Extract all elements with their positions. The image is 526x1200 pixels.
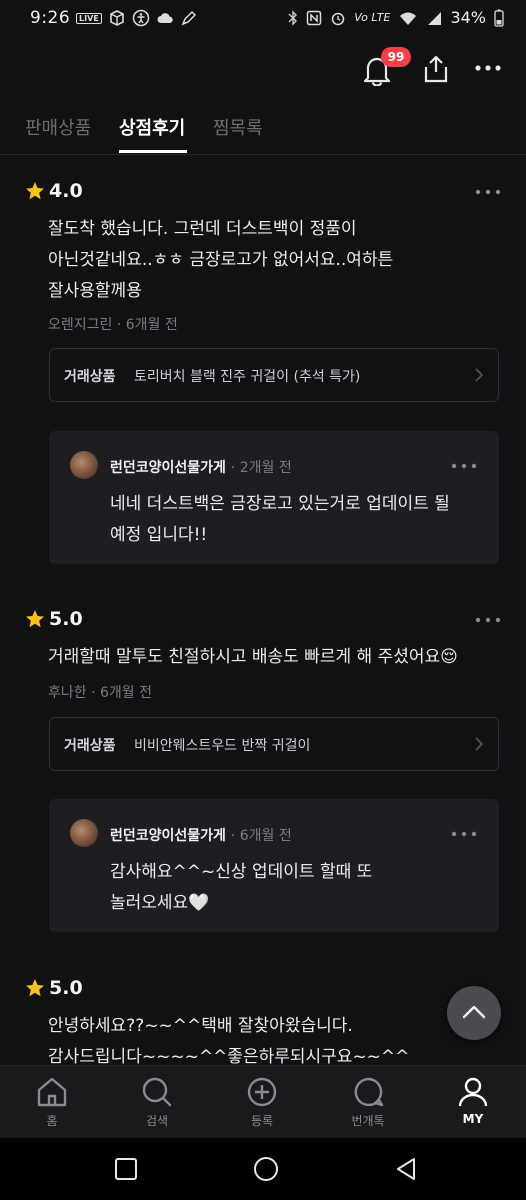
status-time: 9:26 bbox=[30, 8, 71, 28]
nfc-icon bbox=[307, 10, 322, 25]
status-system-icons: Vo LTE 34% bbox=[288, 8, 504, 27]
review-text: 잘도착 했습니다. 그런데 더스트백이 정품이 아닌것같네요..ㅎㅎ 금장로고가… bbox=[48, 214, 393, 307]
seller-avatar[interactable] bbox=[70, 819, 98, 847]
reply-time: · 2개월 전 bbox=[230, 460, 292, 476]
review-rating: 4.0 bbox=[25, 180, 83, 202]
chat-icon bbox=[354, 1077, 384, 1107]
profile-icon bbox=[458, 1077, 488, 1107]
reply-more-icon[interactable] bbox=[451, 463, 477, 469]
scroll-to-top-button[interactable] bbox=[447, 986, 501, 1040]
review-text: 거래할때 말투도 친절하시고 배송도 빠르게 해 주셨어요😌 bbox=[48, 642, 458, 673]
nav-label: 등록 bbox=[250, 1114, 274, 1128]
chevron-up-icon bbox=[462, 1005, 486, 1019]
share-icon[interactable] bbox=[422, 54, 450, 84]
transaction-product-card[interactable]: 거래상품 토리버치 블랙 진주 귀걸이 (추석 특가) bbox=[49, 348, 499, 402]
reply-line: 놀러오세요🤍 bbox=[110, 893, 210, 913]
reply-text: 네네 더스트백은 금장로고 있는거로 업데이트 될 예정 입니다!! bbox=[110, 489, 450, 551]
status-notification-icons: LIVE bbox=[76, 9, 198, 27]
chevron-right-icon bbox=[475, 368, 484, 382]
nav-my[interactable]: MY bbox=[443, 1076, 503, 1126]
reply-time: · 6개월 전 bbox=[230, 828, 292, 844]
bluetooth-icon bbox=[288, 9, 298, 26]
star-icon bbox=[26, 610, 44, 628]
tab-bar: 판매상품 상점후기 찜목록 bbox=[0, 104, 526, 155]
seller-avatar[interactable] bbox=[70, 451, 98, 479]
nav-register[interactable]: 등록 bbox=[232, 1076, 292, 1129]
chevron-right-icon bbox=[475, 737, 484, 751]
rating-value: 5.0 bbox=[49, 977, 83, 999]
product-label: 거래상품 bbox=[64, 738, 116, 754]
live-badge-icon: LIVE bbox=[76, 12, 102, 24]
review-more-icon[interactable] bbox=[475, 617, 501, 623]
seller-name[interactable]: 런던코양이선물가게 · 2개월 전 bbox=[110, 457, 292, 477]
rating-value: 4.0 bbox=[49, 180, 83, 202]
reply-text: 감사해요^^~신상 업데이트 할때 또 놀러오세요🤍 bbox=[110, 857, 372, 919]
product-name: 토리버치 블랙 진주 귀걸이 (추석 특가) bbox=[134, 369, 361, 385]
battery-percent: 34% bbox=[450, 8, 486, 27]
alarm-icon bbox=[332, 12, 345, 25]
network-type-icon: Vo LTE bbox=[354, 11, 391, 24]
back-icon[interactable] bbox=[394, 1156, 418, 1182]
notification-badge: 99 bbox=[381, 47, 411, 67]
transaction-product-card[interactable]: 거래상품 비비안웨스트우드 반짝 귀걸이 bbox=[49, 717, 499, 771]
recents-icon[interactable] bbox=[114, 1157, 138, 1181]
add-circle-icon bbox=[247, 1077, 277, 1107]
home-button-icon[interactable] bbox=[253, 1156, 279, 1182]
nav-home[interactable]: 홈 bbox=[22, 1076, 82, 1129]
pencil-icon bbox=[181, 10, 196, 26]
product-name: 비비안웨스트우드 반짝 귀걸이 bbox=[134, 738, 311, 754]
status-bar: 9:26 LIVE Vo LTE 34% bbox=[0, 0, 526, 38]
accessibility-icon bbox=[132, 9, 149, 27]
reply-line: 네네 더스트백은 금장로고 있는거로 업데이트 될 bbox=[110, 494, 450, 514]
tab-active-indicator bbox=[119, 150, 187, 153]
nav-label: 홈 bbox=[46, 1114, 58, 1128]
cloud-icon bbox=[157, 13, 173, 23]
signal-icon bbox=[428, 11, 442, 25]
seller-name[interactable]: 런던코양이선물가게 · 6개월 전 bbox=[110, 825, 292, 845]
top-app-bar: 99 bbox=[0, 42, 526, 98]
review-line: 아닌것같네요..ㅎㅎ 금장로고가 없어서요..여하튼 bbox=[48, 250, 394, 270]
reply-line: 예정 입니다!! bbox=[110, 525, 208, 545]
system-navigation-bar bbox=[0, 1138, 526, 1200]
review-meta: 오렌지그린 · 6개월 전 bbox=[48, 317, 178, 333]
bottom-navigation: 홈 검색 등록 번개톡 MY bbox=[0, 1065, 526, 1138]
nav-label: 번개톡 bbox=[351, 1114, 385, 1128]
rating-value: 5.0 bbox=[49, 608, 83, 630]
review-line: 잘도착 했습니다. 그런데 더스트백이 정품이 bbox=[48, 219, 357, 239]
review-line: 안녕하세요??~~^^택배 잘찾아왔습니다. bbox=[48, 1016, 353, 1036]
nav-label: 검색 bbox=[145, 1114, 169, 1128]
seller-reply: 런던코양이선물가게 · 2개월 전 네네 더스트백은 금장로고 있는거로 업데이… bbox=[49, 431, 499, 564]
home-icon bbox=[37, 1077, 67, 1107]
reply-more-icon[interactable] bbox=[451, 831, 477, 837]
review-line: 잘사용할께용 bbox=[48, 281, 142, 301]
review-meta: 후나한 · 6개월 전 bbox=[48, 685, 152, 701]
nav-label: MY bbox=[462, 1112, 484, 1126]
star-icon bbox=[26, 182, 44, 200]
product-label: 거래상품 bbox=[64, 369, 116, 385]
search-icon bbox=[142, 1077, 172, 1107]
box-icon bbox=[109, 10, 124, 26]
seller-name-text: 런던코양이선물가게 bbox=[110, 460, 226, 476]
seller-reply: 런던코양이선물가게 · 6개월 전 감사해요^^~신상 업데이트 할때 또 놀러… bbox=[49, 799, 499, 932]
battery-icon bbox=[494, 9, 504, 27]
review-line: 거래할때 말투도 친절하시고 배송도 빠르게 해 주셨어요😌 bbox=[48, 647, 458, 667]
seller-name-text: 런던코양이선물가게 bbox=[110, 828, 226, 844]
review-more-icon[interactable] bbox=[475, 189, 501, 195]
tab-products[interactable]: 판매상품 bbox=[25, 114, 91, 140]
nav-chat[interactable]: 번개톡 bbox=[338, 1076, 398, 1129]
wifi-icon bbox=[400, 12, 417, 25]
tab-wishlist[interactable]: 찜목록 bbox=[213, 114, 263, 140]
tab-reviews[interactable]: 상점후기 bbox=[119, 114, 185, 140]
review-rating: 5.0 bbox=[25, 977, 83, 999]
nav-search[interactable]: 검색 bbox=[127, 1076, 187, 1129]
review-text: 안녕하세요??~~^^택배 잘찾아왔습니다. 감사드립니다~~~~^^좋은하루되… bbox=[48, 1011, 409, 1073]
reply-line: 감사해요^^~신상 업데이트 할때 또 bbox=[110, 862, 373, 882]
star-icon bbox=[26, 979, 44, 997]
more-options-icon[interactable] bbox=[474, 64, 502, 72]
review-rating: 5.0 bbox=[25, 608, 83, 630]
